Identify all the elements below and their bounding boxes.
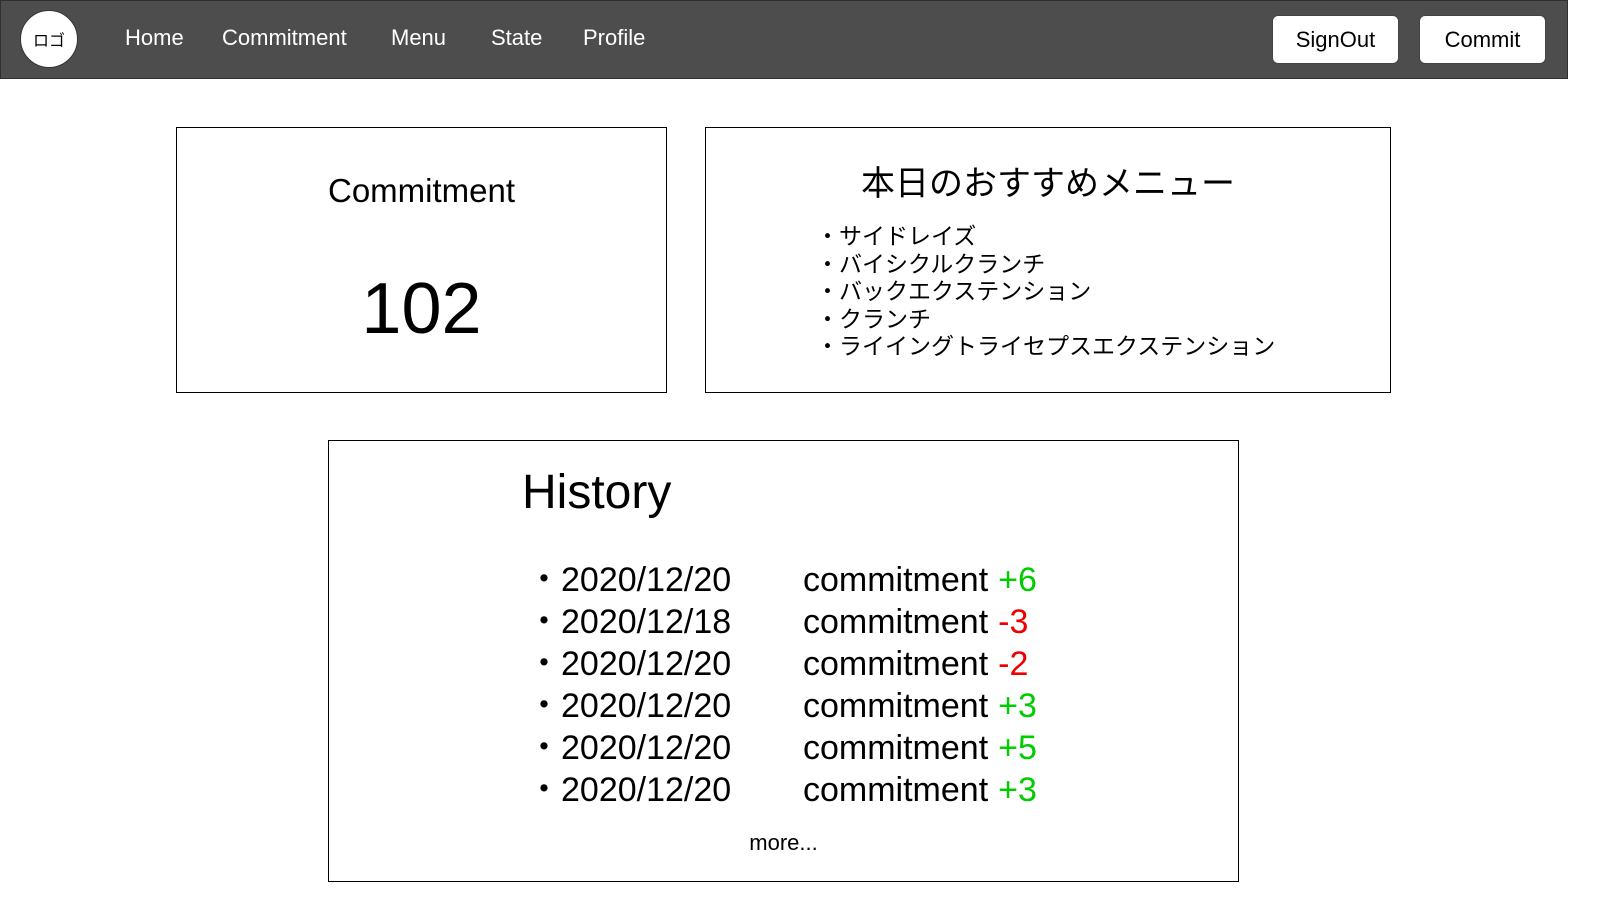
- recommended-menu-title: 本日のおすすめメニュー: [861, 164, 1235, 204]
- nav-link-commitment[interactable]: Commitment: [222, 25, 347, 51]
- history-row: ・2020/12/20 commitment +5: [527, 727, 1037, 769]
- commit-button[interactable]: Commit: [1419, 15, 1546, 64]
- history-row: ・2020/12/20 commitment +3: [527, 769, 1037, 811]
- top-navbar: ロゴ Home Commitment Menu State Profile Si…: [0, 0, 1568, 79]
- commitment-count: 102: [361, 269, 482, 349]
- nav-link-state[interactable]: State: [491, 25, 542, 51]
- history-list: ・2020/12/20 commitment +6 ・2020/12/18 co…: [527, 559, 1037, 811]
- history-row: ・2020/12/20 commitment +3: [527, 685, 1037, 727]
- recommended-menu-card: 本日のおすすめメニュー ・サイドレイズ ・バイシクルクランチ ・バックエクステン…: [705, 127, 1391, 393]
- history-label: commitment: [803, 687, 989, 725]
- history-row: ・2020/12/20 commitment +6: [527, 559, 1037, 601]
- history-label: commitment: [803, 771, 989, 809]
- commitment-card-title: Commitment: [327, 172, 516, 209]
- history-delta: +3: [998, 687, 1037, 725]
- menu-item: ・バイシクルクランチ: [816, 251, 1046, 278]
- history-date: ・2020/12/18: [527, 603, 732, 641]
- menu-item: ・ライイングトライセプスエクステンション: [816, 334, 1276, 360]
- history-label: commitment: [803, 729, 989, 767]
- logo[interactable]: ロゴ: [20, 10, 78, 68]
- signout-button[interactable]: SignOut: [1272, 15, 1399, 64]
- history-date: ・2020/12/20: [527, 687, 732, 725]
- history-row: ・2020/12/18 commitment -3: [527, 601, 1037, 643]
- menu-item: ・バックエクステンション: [816, 279, 1092, 305]
- menu-item: ・クランチ: [816, 306, 931, 333]
- history-delta: -2: [998, 645, 1029, 683]
- history-label: commitment: [803, 561, 989, 599]
- nav-link-home[interactable]: Home: [125, 25, 184, 51]
- history-delta: +3: [998, 771, 1037, 809]
- more-link[interactable]: more...: [329, 830, 1238, 856]
- history-label: commitment: [803, 603, 989, 641]
- history-row: ・2020/12/20 commitment -2: [527, 643, 1037, 685]
- history-date: ・2020/12/20: [527, 645, 732, 683]
- history-date: ・2020/12/20: [527, 561, 732, 599]
- commitment-card: Commitment 102: [176, 127, 667, 393]
- recommended-menu-list: ・サイドレイズ ・バイシクルクランチ ・バックエクステンション ・クランチ ・ラ…: [816, 224, 1275, 362]
- history-date: ・2020/12/20: [527, 771, 732, 809]
- history-delta: -3: [998, 603, 1029, 641]
- logo-text: ロゴ: [32, 31, 65, 50]
- history-delta: +5: [998, 729, 1037, 767]
- menu-item: ・サイドレイズ: [816, 224, 977, 250]
- history-label: commitment: [803, 645, 989, 683]
- history-delta: +6: [998, 561, 1037, 599]
- history-title: History: [522, 466, 672, 519]
- history-card: History ・2020/12/20 commitment +6 ・2020/…: [328, 440, 1239, 882]
- history-date: ・2020/12/20: [527, 729, 732, 767]
- nav-link-profile[interactable]: Profile: [583, 25, 645, 51]
- nav-link-menu[interactable]: Menu: [391, 25, 446, 51]
